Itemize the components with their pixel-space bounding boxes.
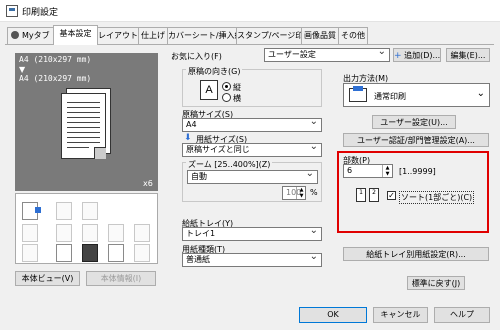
secure-print-icon [134, 244, 150, 262]
finisher-icon [56, 224, 72, 242]
ok-button[interactable]: OK [299, 307, 367, 323]
user-icon [56, 244, 72, 262]
user-settings-button[interactable]: ユーザー設定(U)... [372, 115, 456, 129]
tab-other[interactable]: その他 [338, 27, 368, 44]
printer-app-icon [6, 5, 18, 17]
tab-mytab[interactable]: Myタブ [7, 27, 54, 44]
person-icon [11, 31, 20, 39]
add-favorite-button[interactable]: + 追加(D)... [393, 48, 441, 62]
original-size-dropdown[interactable]: A4 [182, 116, 322, 132]
device-options-panel [15, 193, 158, 264]
favorites-dropdown[interactable]: ユーザー設定 [264, 46, 390, 62]
paper-size-dropdown[interactable]: 原稿サイズと同じ [182, 141, 322, 157]
tab-layout[interactable]: レイアウト [97, 27, 139, 44]
punch-icon [82, 224, 98, 242]
portrait-radio[interactable] [222, 82, 231, 91]
paper-tray-dropdown[interactable]: トレイ1 [182, 225, 322, 241]
document-icon [108, 244, 124, 262]
staple-icon [82, 202, 98, 220]
preview-original-size: A4 (210x297 mm) [19, 55, 92, 64]
tab-stamp[interactable]: スタンプ/ページ印字 [236, 27, 311, 44]
chevron-down-icon: ⌄ [476, 88, 485, 99]
plus-icon: + [394, 51, 402, 61]
zoom-unit: % [310, 188, 318, 197]
help-button[interactable]: ヘルプ [434, 307, 490, 323]
title-bar [0, 0, 500, 22]
window-title: 印刷設定 [22, 8, 59, 18]
tray-paper-settings-button[interactable]: 給紙トレイ別用紙設定(R)... [343, 247, 489, 261]
device-info-button[interactable]: 本体情報(I) [86, 271, 156, 286]
account-icon [82, 244, 98, 262]
restore-defaults-button[interactable]: 標準に戻す(J) [407, 276, 465, 290]
page-fold-icon [94, 147, 106, 159]
tab-finishing[interactable]: 仕上げ [138, 27, 168, 44]
booklet-icon [134, 224, 150, 242]
tab-basic[interactable]: 基本設定 [53, 25, 98, 45]
tray-icon [22, 224, 38, 242]
tab-cover-insert[interactable]: カバーシート/挿入紙 [167, 27, 243, 44]
paper-type-dropdown[interactable]: 普通紙 [182, 251, 322, 267]
portrait-label: 縦 [233, 83, 241, 92]
user-auth-button[interactable]: ユーザー認証/部門管理設定(A)... [343, 133, 489, 147]
cancel-button[interactable]: キャンセル [373, 307, 428, 323]
orientation-label: 原稿の向き(G) [186, 66, 243, 77]
device-output-icon [22, 202, 41, 220]
paper-view-button[interactable]: 本体ビュー(V) [15, 271, 80, 286]
edit-favorite-button[interactable]: 編集(E)... [446, 48, 490, 62]
orientation-preview-icon: A [200, 80, 218, 100]
preview-copies-mark: x6 [143, 179, 153, 188]
preview-arrow: ▼ [19, 65, 26, 74]
output-method-dropdown[interactable]: 通常印刷 ⌄ [343, 83, 490, 107]
output-method-value: 通常印刷 [374, 92, 406, 101]
duplex-icon [56, 202, 72, 220]
tab-mytab-label: Myタブ [21, 31, 50, 40]
landscape-radio[interactable] [222, 93, 231, 102]
preview-output-size: A4 (210x297 mm) [19, 74, 92, 83]
landscape-label: 横 [233, 94, 241, 103]
arrow-down-icon: ⬇ [184, 133, 192, 143]
zoom-mode-dropdown[interactable]: 自動 [187, 168, 318, 184]
tab-quality[interactable]: 画像品質 [301, 27, 339, 44]
fold-icon [108, 224, 124, 242]
zoom-spin-buttons[interactable]: ▲ ▼ [296, 187, 306, 199]
add-favorite-label: 追加(D)... [404, 51, 441, 60]
zoom-label: ズーム [25..400%](Z) [186, 159, 273, 170]
favorites-label: お気に入り(F) [171, 52, 222, 61]
printer-icon [349, 86, 367, 102]
cover-icon [22, 244, 38, 262]
highlight-box [337, 151, 489, 233]
